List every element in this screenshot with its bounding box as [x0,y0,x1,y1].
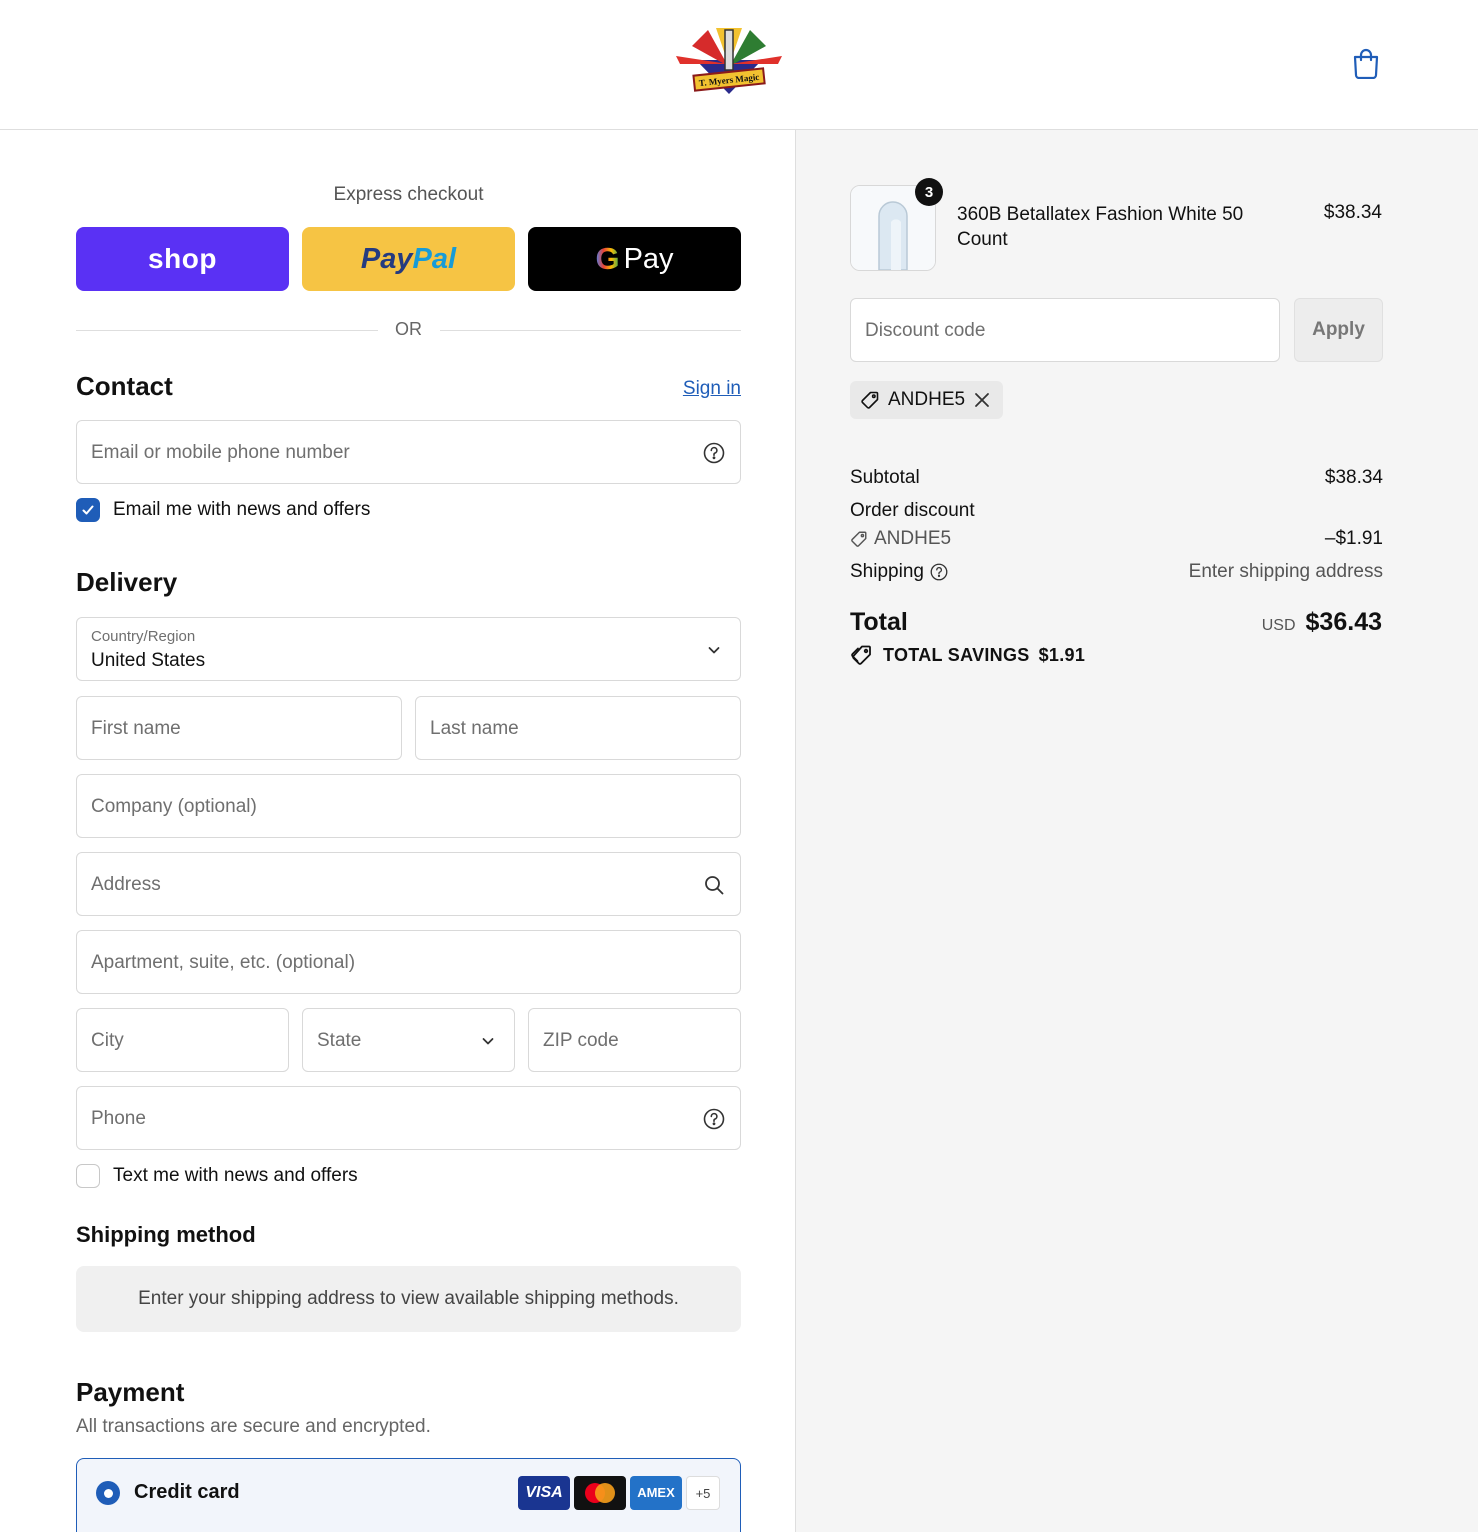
applied-discount-chip: ANDHE5 [850,381,1004,419]
visa-icon: VISA [518,1476,570,1510]
shipping-row: Shipping Enter shipping address [850,561,1383,582]
chevron-down-icon [476,1029,500,1053]
chevron-down-icon [702,638,726,662]
order-discount-code-row: ANDHE5 –$1.91 [850,528,1383,554]
email-news-checkbox[interactable] [76,498,100,522]
city-field[interactable]: City [76,1008,289,1072]
help-icon[interactable] [702,1107,726,1131]
shopping-bag-icon [1353,48,1379,79]
contact-title: Contact [76,371,173,401]
shipping-method-notice: Enter your shipping address to view avai… [76,1266,741,1332]
product-price: $38.34 [1323,202,1382,223]
last-name-field[interactable]: Last name [415,696,741,760]
company-field[interactable]: Company (optional) [76,774,741,838]
country-select[interactable]: Country/Region United States [76,617,741,681]
help-icon[interactable] [930,563,948,581]
or-divider: OR [76,318,741,342]
more-cards-badge: +5 [686,1476,720,1510]
address-field[interactable]: Address [76,852,741,916]
help-icon[interactable] [702,441,726,465]
product-name: 360B Betallatex Fashion White 50 Count [957,204,1244,250]
tag-icon [851,645,871,665]
apply-discount-button[interactable]: Apply [1294,298,1383,362]
total-amount: USD $36.43 [1261,608,1382,636]
store-logo[interactable]: T. Myers Magic [672,22,786,98]
credit-card-option[interactable]: Credit card VISA AMEX +5 [76,1458,741,1532]
shop-pay-button[interactable]: shop [76,227,289,291]
text-news-checkbox-row[interactable]: Text me with news and offers [76,1163,358,1189]
delivery-title: Delivery [76,567,178,597]
amex-icon: AMEX [630,1476,682,1510]
total-label: Total [850,608,908,636]
quantity-badge: 3 [915,178,943,206]
email-news-checkbox-row[interactable]: Email me with news and offers [76,497,370,523]
card-brands: VISA AMEX +5 [518,1476,720,1510]
search-icon [702,873,726,897]
payment-subtitle: All transactions are secure and encrypte… [76,1416,431,1437]
cart-button[interactable] [1348,44,1384,82]
checkout-header: T. Myers Magic [0,0,1478,130]
phone-field[interactable]: Phone [76,1086,741,1150]
mastercard-icon [574,1476,626,1510]
tag-icon [851,531,867,547]
email-field[interactable]: Email or mobile phone number [76,420,741,484]
google-pay-button[interactable]: G Pay [528,227,741,291]
apartment-field[interactable]: Apartment, suite, etc. (optional) [76,930,741,994]
text-news-checkbox[interactable] [76,1164,100,1188]
subtotal-row: Subtotal $38.34 [850,467,1383,488]
state-select[interactable]: State [302,1008,515,1072]
first-name-field[interactable]: First name [76,696,402,760]
express-checkout-title: Express checkout [333,184,484,205]
order-summary: 3 360B Betallatex Fashion White 50 Count… [795,130,1478,1532]
shipping-method-title: Shipping method [76,1222,256,1247]
payment-title: Payment [76,1377,185,1407]
total-savings: TOTAL SAVINGS $1.91 [850,644,1085,666]
tag-icon [861,391,879,409]
paypal-button[interactable]: Pay Pal [302,227,515,291]
discount-code-input[interactable]: Discount code [850,298,1280,362]
google-g-icon: G [595,241,620,276]
express-checkout-buttons: shop Pay Pal G Pay [76,227,741,291]
order-discount-row: Order discount [850,500,975,521]
sign-in-link[interactable]: Sign in [683,378,741,400]
credit-card-radio[interactable] [96,1481,120,1505]
close-icon[interactable] [973,391,991,409]
zip-field[interactable]: ZIP code [528,1008,741,1072]
